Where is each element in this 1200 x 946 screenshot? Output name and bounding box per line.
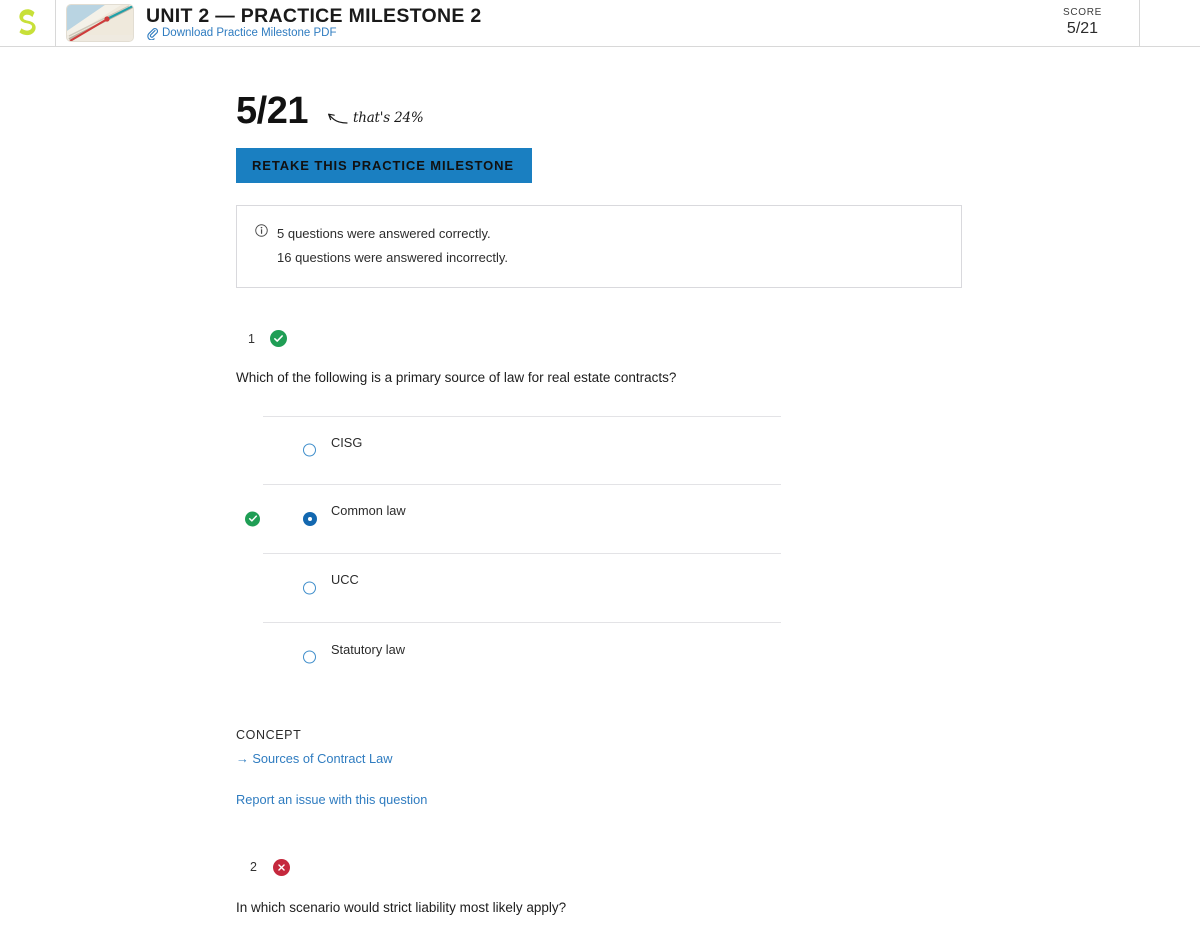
concept-kicker: CONCEPT	[236, 727, 302, 742]
sophia-logo[interactable]	[17, 8, 39, 38]
info-circle-icon	[255, 222, 268, 270]
x-circle-icon	[272, 858, 290, 876]
question-2-number: 2	[250, 860, 257, 875]
header-score: SCORE 5/21	[1030, 0, 1140, 46]
download-row[interactable]: Download Practice Milestone PDF	[146, 28, 1030, 41]
radio-button[interactable]	[303, 581, 316, 595]
question-1-options: CISG Common law UCC Statutory law	[245, 415, 781, 692]
option-row[interactable]: Statutory law	[263, 623, 781, 692]
radio-button[interactable]	[303, 443, 316, 457]
question-1-number: 1	[248, 331, 255, 346]
score-summary-row: 5/21 that's 24%	[236, 92, 966, 130]
option-correct-check-icon	[245, 511, 260, 527]
header-right-spacer	[1140, 0, 1200, 46]
percent-annotation: that's 24%	[326, 110, 424, 130]
question-2: 2 In which scenario would strict liabili…	[236, 858, 966, 918]
arrow-right-icon: →	[236, 750, 253, 766]
thumbnail-cell[interactable]	[56, 0, 144, 46]
option-row[interactable]: CISG	[263, 415, 781, 485]
concept-link-label: Sources of Contract Law	[252, 750, 393, 766]
report-issue-link[interactable]: Report an issue with this question	[236, 792, 966, 807]
big-score: 5/21	[236, 90, 308, 132]
option-label: CISG	[331, 434, 363, 450]
score-value: 5/21	[1066, 20, 1099, 38]
option-row[interactable]: UCC	[263, 554, 781, 623]
option-row[interactable]: Common law	[245, 485, 781, 554]
page-title: UNIT 2 — PRACTICE MILESTONE 2	[146, 4, 482, 27]
course-thumbnail[interactable]	[66, 4, 134, 42]
correct-count-line: 5 questions were answered correctly.	[277, 226, 491, 241]
option-label: Common law	[331, 503, 406, 519]
question-1-concept: CONCEPT → Sources of Contract Law Report…	[236, 728, 966, 807]
incorrect-count-line: 16 questions were answered incorrectly.	[277, 250, 508, 266]
retake-button[interactable]: RETAKE THIS PRACTICE MILESTONE	[236, 148, 532, 183]
option-label: Statutory law	[331, 641, 405, 657]
check-circle-icon	[269, 330, 287, 348]
app-header: UNIT 2 — PRACTICE MILESTONE 2 Download P…	[0, 0, 1200, 47]
concept-link[interactable]: → Sources of Contract Law	[236, 751, 392, 766]
radio-button-selected[interactable]	[303, 511, 317, 526]
question-1-text: Which of the following is a primary sour…	[236, 370, 677, 386]
question-2-text: In which scenario would strict liability…	[236, 899, 567, 915]
header-title-group: UNIT 2 — PRACTICE MILESTONE 2 Download P…	[144, 0, 1030, 46]
question-1: 1 Which of the following is a primary so…	[236, 330, 966, 807]
question-1-header: 1	[236, 330, 966, 348]
results-info-box: 5 questions were answered correctly. 16 …	[236, 205, 962, 289]
question-2-header: 2	[236, 858, 966, 876]
percent-annotation-text: that's 24%	[352, 110, 424, 126]
results-content: 5/21 that's 24% RETAKE THIS PRACTICE MIL…	[236, 92, 966, 946]
download-pdf-link[interactable]: Download Practice Milestone PDF	[162, 28, 337, 40]
logo-cell[interactable]	[0, 0, 56, 46]
score-label: SCORE	[1062, 7, 1103, 19]
paperclip-icon	[146, 28, 159, 41]
option-label: UCC	[331, 572, 359, 588]
curved-left-arrow-icon	[326, 110, 348, 126]
results-info-lines: 5 questions were answered correctly. 16 …	[277, 222, 508, 270]
radio-button[interactable]	[303, 650, 316, 664]
